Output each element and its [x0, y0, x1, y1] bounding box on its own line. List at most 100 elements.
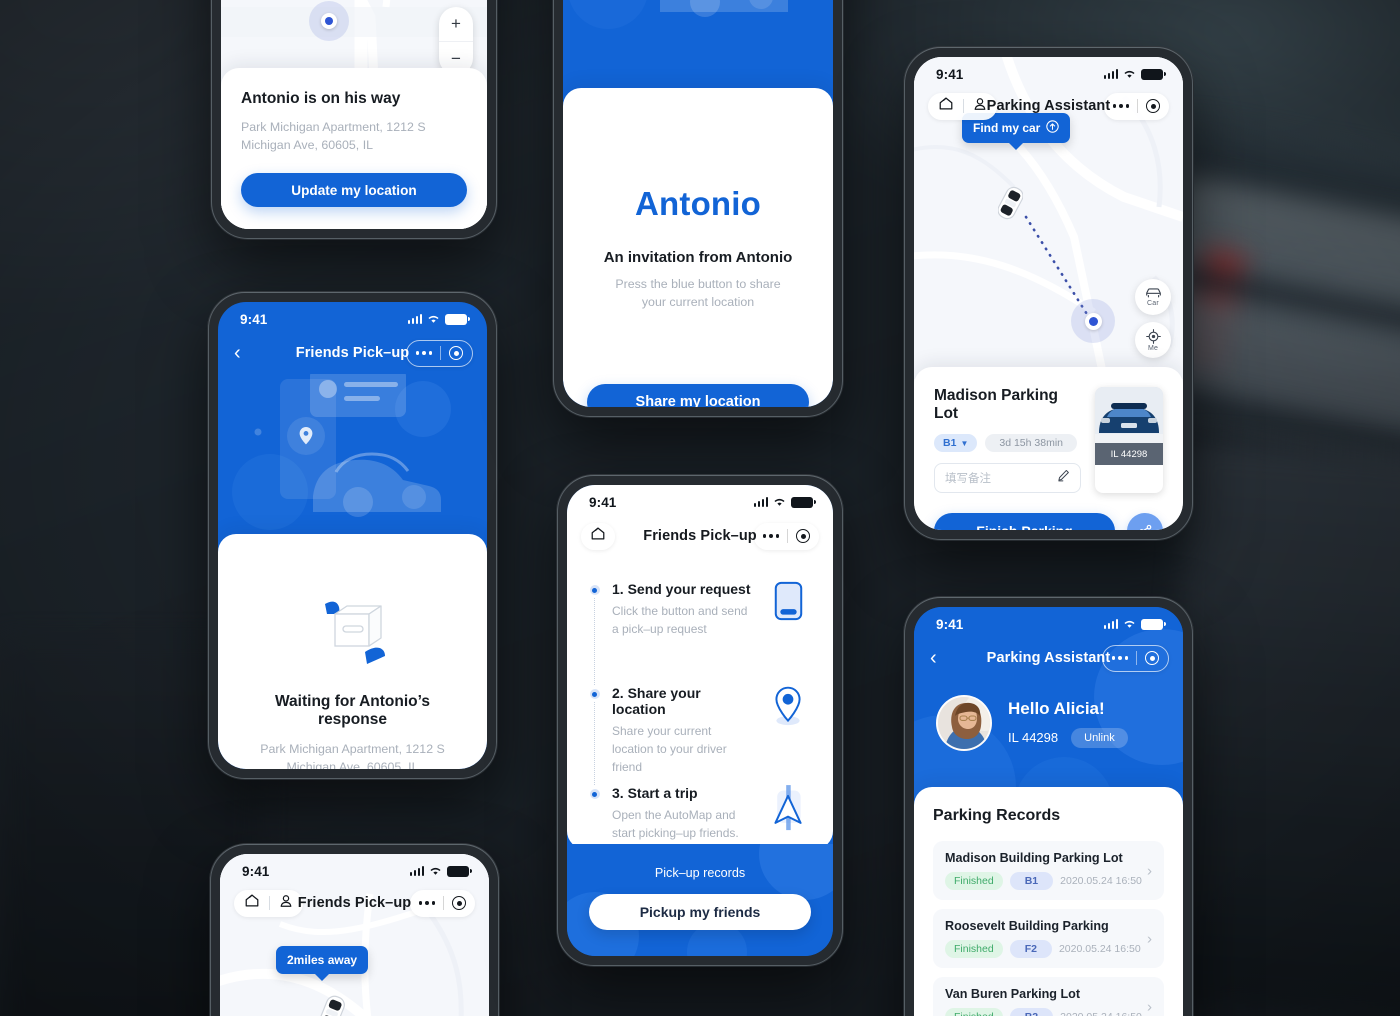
level-badge: B1	[1009, 872, 1054, 890]
nav-bar: ‹ Friends Pick–up	[218, 332, 487, 374]
status-indicators	[409, 865, 472, 877]
table-row[interactable]: Madison Building Parking Lot Finished B1…	[933, 841, 1164, 900]
pickup-records-link[interactable]: Pick–up records	[567, 844, 833, 880]
share-my-location-button[interactable]: Share my location	[587, 383, 809, 407]
step-illustration	[765, 581, 811, 685]
update-my-location-button[interactable]: Update my location	[241, 173, 467, 207]
cellular-signal-icon	[407, 314, 422, 324]
driver-info-card: Antonio is on his way Park Michigan Apar…	[221, 68, 487, 229]
table-row[interactable]: Roosevelt Building Parking Finished F2 2…	[933, 909, 1164, 968]
nav-actions[interactable]	[1102, 644, 1169, 672]
back-button[interactable]: ‹	[928, 648, 937, 668]
parking-level-value: B1	[943, 437, 957, 449]
divider	[269, 896, 270, 910]
battery-icon	[445, 313, 470, 325]
share-icon	[1139, 524, 1151, 530]
finish-parking-button[interactable]: Finish Parking	[934, 513, 1115, 530]
nav-actions[interactable]	[406, 339, 473, 367]
target-icon[interactable]	[449, 346, 463, 360]
cellular-signal-icon	[753, 497, 768, 507]
nav-left-actions[interactable]	[928, 92, 997, 120]
map-control-me[interactable]: Me	[1135, 322, 1171, 358]
profile-icon[interactable]	[279, 894, 293, 913]
zoom-in-button[interactable]: +	[439, 7, 473, 41]
status-time: 9:41	[240, 311, 268, 327]
record-meta: Finished F2 2020.05.24 16:50	[945, 940, 1152, 958]
nav-actions[interactable]	[754, 522, 819, 550]
back-button[interactable]: ‹	[232, 343, 241, 363]
step-item: 2. Share your location Share your curren…	[589, 685, 811, 785]
parking-level-selector[interactable]: B1 ▼	[934, 434, 978, 452]
home-icon[interactable]	[244, 893, 260, 913]
step-title: 2. Share your location	[612, 685, 701, 717]
home-icon[interactable]	[938, 96, 954, 116]
nav-actions[interactable]	[410, 889, 475, 917]
step-rail	[589, 685, 600, 785]
inviter-name: Antonio	[634, 185, 762, 222]
profile-icon[interactable]	[973, 97, 987, 116]
target-icon[interactable]	[452, 896, 466, 910]
home-icon[interactable]	[590, 526, 606, 546]
card-address: Park Michigan Apartment, 1212 S Michigan…	[241, 120, 426, 153]
target-icon[interactable]	[1145, 651, 1159, 665]
car-rear-photo	[1095, 387, 1163, 443]
invitation-card: Antonio An invitation from Antonio Press…	[563, 88, 833, 407]
battery-icon	[1141, 618, 1166, 630]
empty-state-illustration	[307, 590, 399, 675]
map-control-car[interactable]: Car	[1135, 279, 1171, 315]
parking-details-sheet: Madison Parking Lot B1 ▼ 3d 15h 38min 填写…	[914, 367, 1183, 530]
battery-icon	[447, 865, 472, 877]
nav-left-actions[interactable]	[234, 889, 303, 917]
car-top-view-icon	[319, 995, 345, 1016]
car-top-view-icon	[997, 186, 1024, 220]
more-options-icon[interactable]	[763, 533, 779, 539]
note-input[interactable]: 填写备注	[934, 463, 1081, 493]
screen-parking-assistant: Find my car Car Me 9:41 Parking Assistan…	[914, 57, 1183, 530]
map-zoom-controls[interactable]: + −	[439, 7, 473, 75]
step-illustration	[765, 685, 811, 785]
home-icon-art	[591, 527, 605, 540]
table-row[interactable]: Van Buren Parking Lot Finished B2 2020.0…	[933, 977, 1164, 1016]
avatar[interactable]	[936, 695, 992, 751]
map-pin-icon	[775, 686, 801, 726]
pickup-my-friends-button[interactable]: Pickup my friends	[589, 894, 811, 930]
share-button[interactable]	[1127, 513, 1163, 530]
phone-invitation: Antonio An invitation from Antonio Press…	[552, 0, 844, 418]
car-icon	[1145, 288, 1161, 298]
step-description: Share your current location to your driv…	[612, 724, 727, 774]
more-options-icon[interactable]	[419, 900, 435, 906]
more-options-icon[interactable]	[1112, 655, 1128, 661]
screen-parking-records: 9:41 ‹ Parking Assistant Hello Alicia! I…	[914, 607, 1183, 1016]
record-time: 2020.05.24 16:50	[1060, 1011, 1142, 1016]
more-options-icon[interactable]	[1113, 103, 1129, 109]
cellular-signal-icon	[1103, 69, 1118, 79]
divider	[1137, 99, 1138, 113]
unlink-button[interactable]: Unlink	[1071, 727, 1128, 748]
cellular-signal-icon	[1103, 619, 1118, 629]
status-badge: Finished	[945, 940, 1003, 958]
steps-list: 1. Send your request Click the button an…	[567, 557, 833, 878]
chevron-right-icon[interactable]: ›	[1147, 998, 1152, 1015]
chevron-right-icon[interactable]: ›	[1147, 930, 1152, 947]
chevron-down-icon: ▼	[960, 438, 969, 448]
status-indicators	[1103, 618, 1166, 630]
vehicle-plate-card[interactable]: IL 44298	[1095, 387, 1163, 493]
hero-illustration-art	[563, 0, 833, 71]
chevron-right-icon[interactable]: ›	[1147, 862, 1152, 879]
nav-actions[interactable]	[1104, 92, 1169, 120]
waiting-card: Waiting for Antonio’s response Park Mich…	[218, 534, 487, 769]
step-item: 1. Send your request Click the button an…	[589, 581, 811, 685]
parking-records-sheet: Parking Records Madison Building Parking…	[914, 787, 1183, 1016]
divider	[440, 346, 441, 360]
more-options-icon[interactable]	[416, 350, 432, 356]
status-time: 9:41	[589, 494, 617, 510]
nav-left-actions[interactable]	[581, 522, 615, 550]
step-title: 3. Start a trip	[612, 785, 698, 801]
phone-icon	[774, 581, 802, 621]
record-name: Van Buren Parking Lot	[945, 987, 1081, 1001]
parking-duration: 3d 15h 38min	[985, 434, 1077, 452]
edit-pencil-icon[interactable]	[1057, 469, 1070, 487]
target-icon[interactable]	[1146, 99, 1160, 113]
level-badge: B2	[1009, 1008, 1054, 1016]
target-icon[interactable]	[796, 529, 810, 543]
